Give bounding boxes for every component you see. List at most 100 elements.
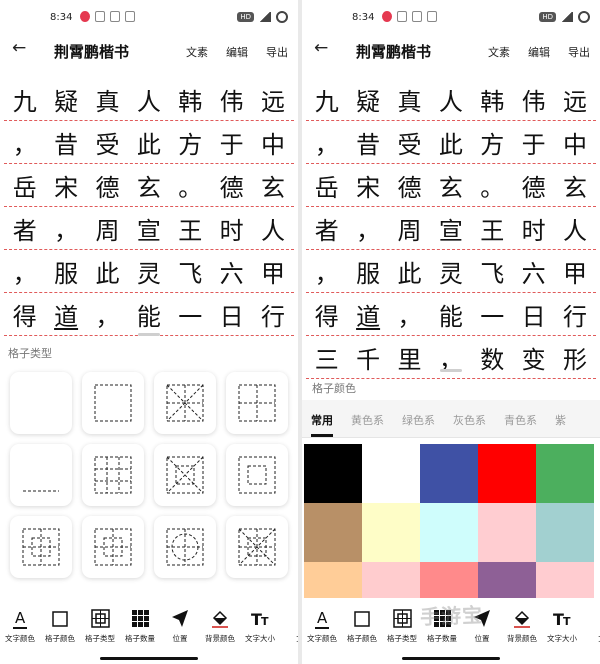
grid-cell[interactable]: 远: [554, 82, 595, 117]
grid-cell[interactable]: 周: [389, 211, 430, 246]
grid-cell[interactable]: 真: [389, 82, 430, 117]
grid-cell[interactable]: 宣: [128, 211, 169, 246]
grid-cell[interactable]: 韩: [472, 82, 513, 117]
grid-type-option[interactable]: [10, 372, 72, 434]
grid-type-option[interactable]: [10, 516, 72, 578]
grid-cell[interactable]: 九: [306, 82, 347, 117]
grid-cell[interactable]: 得: [306, 297, 347, 332]
grid-cell[interactable]: 伟: [513, 82, 554, 117]
grid-cell[interactable]: 变: [513, 340, 554, 375]
edit-button[interactable]: 编辑: [528, 44, 550, 60]
grid-cell[interactable]: 里: [389, 340, 430, 375]
color-swatch[interactable]: [304, 444, 362, 503]
export-button[interactable]: 导出: [568, 44, 590, 60]
color-tab[interactable]: 常用: [302, 400, 342, 437]
grid-cell[interactable]: 此: [128, 125, 169, 160]
grid-type-option[interactable]: [154, 444, 216, 506]
grid-cell[interactable]: 宋: [45, 168, 86, 203]
grid-type-option[interactable]: [226, 444, 288, 506]
grid-cell[interactable]: 日: [211, 297, 252, 332]
grid-cell[interactable]: 岳: [306, 168, 347, 203]
grid-cell[interactable]: 灵: [430, 254, 471, 289]
grid-cell[interactable]: 三: [306, 340, 347, 375]
grid-cell[interactable]: 甲: [252, 254, 293, 289]
grid-cell[interactable]: 宣: [430, 211, 471, 246]
grid-cell[interactable]: 岳: [4, 168, 45, 203]
grid-cell[interactable]: 飞: [170, 254, 211, 289]
grid-cell[interactable]: ，: [87, 297, 128, 332]
grid-type-option[interactable]: [226, 516, 288, 578]
grid-cell[interactable]: 。: [170, 168, 211, 203]
grid-cell[interactable]: 玄: [252, 168, 293, 203]
grid-cell[interactable]: ，: [4, 125, 45, 160]
grid-cell[interactable]: 时: [513, 211, 554, 246]
grid-cell[interactable]: 宋: [347, 168, 388, 203]
grid-cell[interactable]: ，: [306, 254, 347, 289]
grid-cell[interactable]: 方: [170, 125, 211, 160]
practice-grid[interactable]: 九疑真人韩伟远，昔受此方于中岳宋德玄。德玄者，周宣王时人，服此灵飞六甲得道，能一…: [306, 78, 596, 379]
edit-button[interactable]: 编辑: [226, 44, 248, 60]
grid-cell[interactable]: 道: [347, 297, 388, 332]
grid-cell[interactable]: 时: [211, 211, 252, 246]
grid-cell[interactable]: 行: [554, 297, 595, 332]
grid-cell[interactable]: 得: [4, 297, 45, 332]
grid-cell[interactable]: 飞: [472, 254, 513, 289]
grid-cell[interactable]: 者: [306, 211, 347, 246]
grid-cell[interactable]: 昔: [45, 125, 86, 160]
grid-cell[interactable]: 。: [472, 168, 513, 203]
grid-cell[interactable]: 一: [472, 297, 513, 332]
grid-cell[interactable]: 王: [170, 211, 211, 246]
color-swatch[interactable]: [362, 503, 420, 562]
grid-cell[interactable]: 德: [389, 168, 430, 203]
grid-cell[interactable]: 数: [472, 340, 513, 375]
grid-cell[interactable]: 昔: [347, 125, 388, 160]
grid-cell[interactable]: 中: [252, 125, 293, 160]
grid-cell[interactable]: 方: [472, 125, 513, 160]
drag-handle[interactable]: [138, 333, 160, 336]
text-button[interactable]: 文素: [186, 44, 208, 60]
grid-cell[interactable]: 德: [513, 168, 554, 203]
practice-grid[interactable]: 九疑真人韩伟远，昔受此方于中岳宋德玄。德玄者，周宣王时人，服此灵飞六甲得道，能一…: [4, 78, 294, 336]
color-tab[interactable]: 灰色系: [444, 400, 495, 437]
color-tab[interactable]: 紫: [546, 400, 575, 437]
grid-type-option[interactable]: [82, 444, 144, 506]
grid-cell[interactable]: 人: [430, 82, 471, 117]
grid-cell[interactable]: 日: [513, 297, 554, 332]
grid-cell[interactable]: 王: [472, 211, 513, 246]
color-tab[interactable]: 黄色系: [342, 400, 393, 437]
grid-type-option[interactable]: [82, 372, 144, 434]
grid-cell[interactable]: ，: [306, 125, 347, 160]
color-tab[interactable]: 绿色系: [393, 400, 444, 437]
toolbar-button[interactable]: 文: [277, 608, 298, 644]
arrow-left-icon[interactable]: ←: [314, 38, 328, 58]
grid-cell[interactable]: 受: [389, 125, 430, 160]
arrow-left-icon[interactable]: ←: [12, 38, 26, 58]
grid-cell[interactable]: 伟: [211, 82, 252, 117]
grid-cell[interactable]: 德: [211, 168, 252, 203]
grid-cell[interactable]: 韩: [170, 82, 211, 117]
grid-cell[interactable]: 人: [554, 211, 595, 246]
grid-cell[interactable]: 者: [4, 211, 45, 246]
grid-cell[interactable]: 玄: [554, 168, 595, 203]
grid-type-option[interactable]: [154, 516, 216, 578]
grid-cell[interactable]: 能: [128, 297, 169, 332]
grid-cell[interactable]: 德: [87, 168, 128, 203]
grid-type-option[interactable]: [154, 372, 216, 434]
color-swatch[interactable]: [536, 444, 594, 503]
grid-cell[interactable]: 远: [252, 82, 293, 117]
grid-type-option[interactable]: [226, 372, 288, 434]
grid-cell[interactable]: 九: [4, 82, 45, 117]
text-button[interactable]: 文素: [488, 44, 510, 60]
grid-type-option[interactable]: [10, 444, 72, 506]
toolbar-button[interactable]: 文: [579, 608, 600, 644]
grid-cell[interactable]: 服: [45, 254, 86, 289]
grid-cell[interactable]: 此: [430, 125, 471, 160]
color-swatch[interactable]: [304, 503, 362, 562]
grid-cell[interactable]: 受: [87, 125, 128, 160]
grid-cell[interactable]: 六: [211, 254, 252, 289]
color-swatch[interactable]: [478, 444, 536, 503]
color-tab[interactable]: 青色系: [495, 400, 546, 437]
grid-cell[interactable]: 中: [554, 125, 595, 160]
grid-cell[interactable]: 此: [87, 254, 128, 289]
grid-type-option[interactable]: [82, 516, 144, 578]
